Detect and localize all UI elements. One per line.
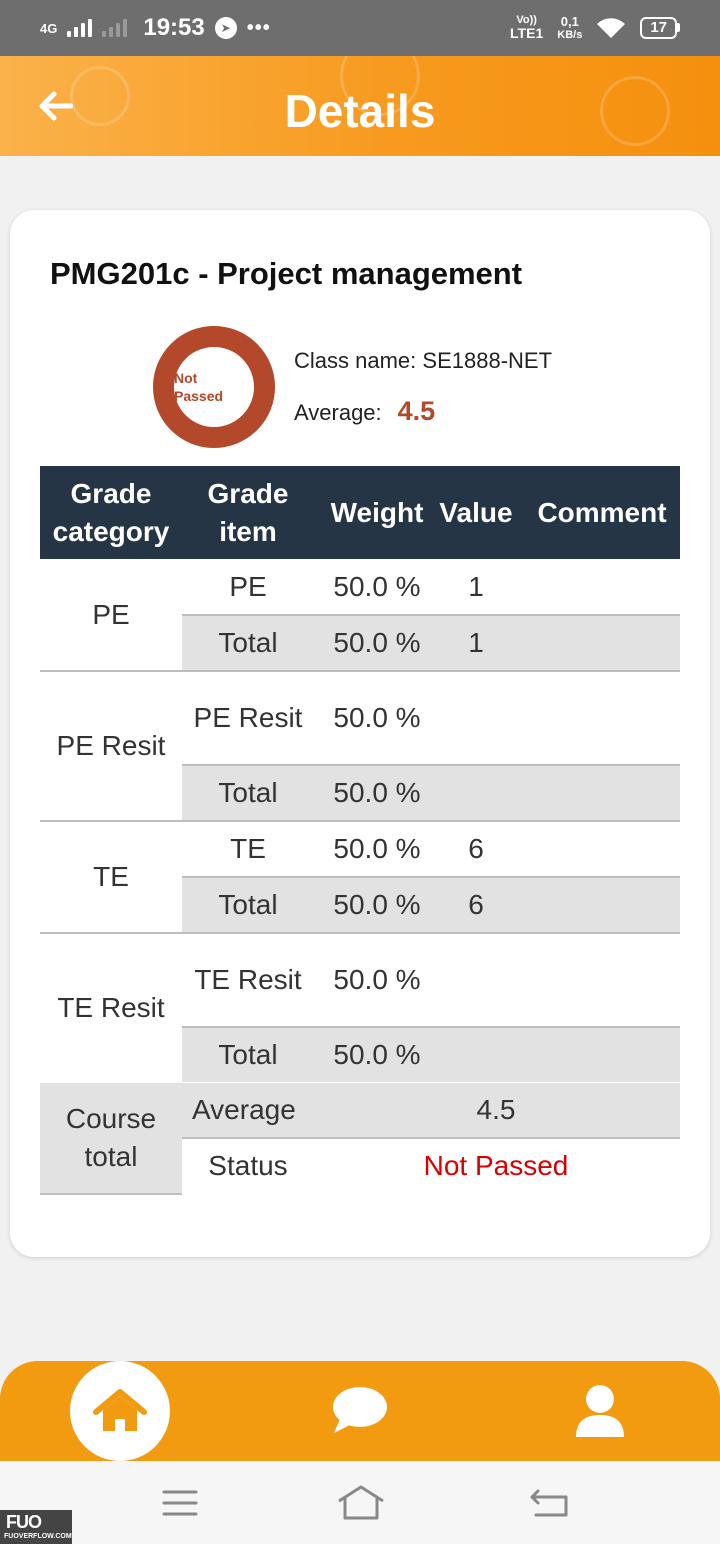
status-ring: Not Passed <box>153 326 275 448</box>
nav-home-button[interactable] <box>70 1361 170 1461</box>
item-cell: Total <box>218 627 278 658</box>
weight-cell: 50.0 % <box>333 702 421 733</box>
category-cell: PE <box>92 599 130 630</box>
home-icon <box>93 1389 147 1431</box>
item-cell: Total <box>218 1039 278 1070</box>
group-divider <box>40 1193 182 1195</box>
weight-cell: 50.0 % <box>333 1039 421 1070</box>
network-speed: 0,1 KB/s <box>557 13 583 42</box>
user-icon[interactable] <box>572 1383 628 1439</box>
status-bar: 4G 19:53 ➤ ••• Vo)) LTE1 0,1 KB/s 17 <box>0 0 720 56</box>
item-cell: PE <box>229 571 267 602</box>
item-cell: PE Resit <box>193 702 303 733</box>
class-name-value: SE1888-NET <box>422 348 553 373</box>
lte-indicator: Vo)) LTE1 <box>510 14 544 42</box>
chat-icon[interactable] <box>330 1385 390 1435</box>
grade-table-body: PE PE 50.0 % 1 Total 50.0 % 1 PE Resit P… <box>40 559 680 1195</box>
header-value: Value <box>439 496 513 528</box>
system-nav-bar <box>0 1461 720 1544</box>
value-cell: 6 <box>468 889 484 920</box>
more-notifications: ••• <box>246 16 271 39</box>
item-cell: TE <box>230 833 266 864</box>
menu-icon[interactable] <box>162 1489 198 1517</box>
watermark-logo: FUO <box>6 1512 42 1532</box>
weight-cell: 50.0 % <box>333 571 421 602</box>
value-cell <box>432 933 520 1027</box>
item-cell: TE Resit <box>194 964 302 995</box>
status-time: 19:53 <box>143 14 205 41</box>
weight-cell: 50.0 % <box>333 833 421 864</box>
course-status-value: Not Passed <box>423 1150 569 1181</box>
category-cell: TE <box>93 861 129 892</box>
app-header: Details <box>0 56 720 156</box>
value-cell <box>432 1027 520 1083</box>
system-home-icon[interactable] <box>336 1483 386 1521</box>
course-title: PMG201c - Project management <box>50 256 523 291</box>
page-title: Details <box>284 85 436 137</box>
signal-icon <box>67 19 93 37</box>
network-type: 4G <box>40 20 58 36</box>
weight-cell: 50.0 % <box>333 777 421 808</box>
bottom-nav <box>0 1361 720 1461</box>
course-average-label: Average <box>192 1094 296 1125</box>
header-grade-category: Grade category <box>52 477 170 547</box>
class-name-label: Class name: <box>294 348 417 373</box>
weight-cell: 50.0 % <box>333 964 421 995</box>
value-cell <box>432 671 520 765</box>
category-cell: TE Resit <box>57 992 165 1023</box>
header-grade-item: Grade item <box>207 477 289 547</box>
battery-icon: 17 <box>640 16 680 39</box>
grade-table: Grade category Grade item Weight Value C… <box>40 466 680 1195</box>
item-cell: Total <box>218 889 278 920</box>
watermark: FUO FUOVERFLOW.COM <box>0 1510 72 1544</box>
average-value: 4.5 <box>397 396 436 426</box>
wifi-icon <box>597 18 626 38</box>
watermark-site: FUOVERFLOW.COM <box>4 1533 72 1540</box>
weight-cell: 50.0 % <box>333 889 421 920</box>
value-cell: 6 <box>468 833 484 864</box>
average-line: Average: 4.5 <box>294 396 435 427</box>
weight-cell: 50.0 % <box>333 627 421 658</box>
value-cell <box>432 765 520 821</box>
class-name-line: Class name: SE1888-NET <box>294 348 552 374</box>
value-cell: 1 <box>468 627 484 658</box>
item-cell: Total <box>218 777 278 808</box>
course-details-card: PMG201c - Project management Not Passed … <box>10 210 710 1257</box>
telegram-icon: ➤ <box>214 17 237 39</box>
course-status-label: Status <box>208 1150 288 1181</box>
header-comment: Comment <box>537 496 667 528</box>
average-label: Average: <box>294 400 382 425</box>
value-cell: 1 <box>468 571 484 602</box>
course-total-label: Course total <box>65 1103 157 1172</box>
grade-table-header: Grade category Grade item Weight Value C… <box>40 466 680 559</box>
course-average-value: 4.5 <box>476 1094 516 1125</box>
header-weight: Weight <box>330 496 424 528</box>
status-ring-label: Not Passed <box>174 370 224 404</box>
category-cell: PE Resit <box>56 730 166 761</box>
system-back-icon[interactable] <box>528 1487 570 1519</box>
signal-2-icon <box>102 19 128 37</box>
